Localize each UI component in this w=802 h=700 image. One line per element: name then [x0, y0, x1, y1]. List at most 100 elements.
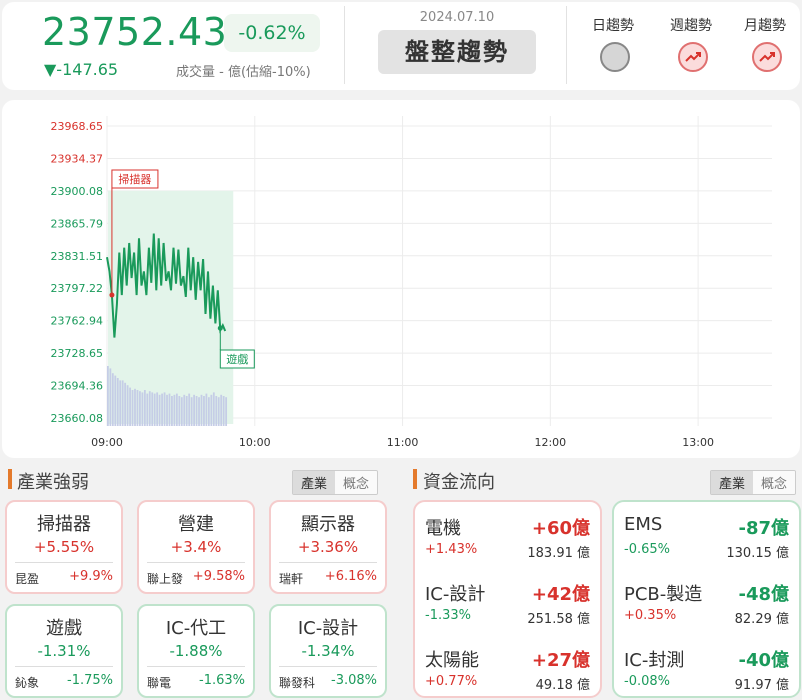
industry-tab-group: 產業 概念: [292, 470, 379, 495]
industry-name: 顯示器: [301, 514, 355, 535]
volume-bar: [210, 394, 213, 426]
industry-name: IC-設計: [297, 618, 359, 639]
volume-bar: [107, 366, 109, 426]
industry-card[interactable]: 掃描器 +5.55% 昆盈 +9.9%: [5, 500, 123, 594]
divider: [566, 6, 567, 84]
leading-stock-name: 聯發科: [279, 676, 316, 690]
volume-bar: [190, 397, 193, 426]
flow-pct: +0.35%: [624, 608, 677, 623]
fund-section-title: 資金流向: [423, 472, 495, 493]
leading-stock-pct: +9.58%: [192, 569, 245, 584]
change-pct-badge: -0.62%: [224, 14, 320, 52]
volume-bar: [185, 396, 188, 426]
volume-bar: [217, 397, 220, 426]
volume-bar: [158, 394, 161, 426]
volume-bar: [198, 397, 200, 426]
volume-bar: [151, 392, 154, 426]
volume-bar: [121, 380, 124, 426]
volume-bar: [134, 388, 136, 426]
volume-bar: [148, 391, 151, 426]
leading-stock-pct: -3.08%: [331, 673, 377, 688]
daily-trend-label: 日趨勢: [592, 18, 634, 34]
flow-volume: 130.15 億: [726, 546, 789, 561]
trend-tag: 盤整趨勢: [378, 30, 536, 74]
industry-card[interactable]: 遊戲 -1.31% 鈊象 -1.75%: [5, 604, 123, 698]
flow-name: IC-設計: [425, 584, 486, 605]
volume-bar: [126, 385, 129, 426]
flow-volume: 91.97 億: [734, 678, 789, 693]
divider: [279, 562, 377, 563]
y-tick-label: 23762.94: [51, 315, 104, 328]
leading-stock-name: 聯上發: [147, 572, 184, 586]
divider: [147, 562, 245, 563]
industry-pct: +3.36%: [297, 538, 359, 556]
divider: [15, 666, 113, 667]
volume-bar: [220, 394, 223, 426]
inflow-panel[interactable]: 電機 +60億 +1.43% 183.91 億 IC-設計 +42億 -1.33…: [413, 500, 602, 698]
tab-industry[interactable]: 產業: [711, 471, 754, 494]
y-tick-label: 23797.22: [51, 282, 104, 295]
flow-name: PCB-製造: [624, 584, 703, 605]
industry-name: 營建: [178, 514, 214, 535]
volume-bar: [124, 382, 127, 426]
trend-up-icon: [752, 42, 782, 72]
flow-name: IC-封測: [624, 650, 685, 671]
marker-label: 遊戲: [226, 352, 248, 366]
flow-pct: -1.33%: [425, 608, 471, 623]
volume-bar: [175, 393, 178, 426]
volume-bar: [114, 375, 117, 426]
industry-pct: -1.31%: [37, 642, 91, 660]
section-accent-bar: [413, 469, 417, 489]
intraday-chart: 23968.65 23934.37 23900.08 23865.79 23831.51…: [51, 116, 772, 449]
intraday-chart-card: 23968.65 23934.37 23900.08 23865.79 23831.51…: [2, 100, 800, 458]
leading-stock-pct: +6.16%: [324, 569, 377, 584]
industry-name: IC-代工: [165, 618, 227, 639]
divider: [147, 666, 245, 667]
industry-card[interactable]: 顯示器 +3.36% 瑞軒 +6.16%: [269, 500, 387, 594]
volume-bar: [207, 397, 210, 426]
y-tick-label: 23831.51: [51, 250, 104, 263]
industry-card[interactable]: 營建 +3.4% 聯上發 +9.58%: [137, 500, 255, 594]
volume-bar: [116, 378, 119, 426]
volume-bar: [173, 394, 176, 426]
divider: [15, 562, 113, 563]
leading-stock-pct: -1.75%: [67, 673, 113, 688]
y-tick-label: 23865.79: [51, 217, 104, 230]
tab-concept[interactable]: 概念: [335, 471, 378, 494]
tab-industry[interactable]: 產業: [293, 471, 336, 494]
volume-bar: [119, 380, 122, 426]
flow-name: 電機: [425, 518, 461, 539]
marker-label: 掃描器: [118, 172, 151, 186]
flow-amount: -40億: [738, 650, 789, 671]
industry-card[interactable]: IC-代工 -1.88% 聯電 -1.63%: [137, 604, 255, 698]
volume-bar: [180, 397, 183, 426]
industry-card[interactable]: IC-設計 -1.34% 聯發科 -3.08%: [269, 604, 387, 698]
divider: [279, 666, 377, 667]
volume-bar: [166, 394, 168, 426]
volume-bar: [156, 392, 159, 426]
volume-bar: [225, 397, 228, 426]
volume-bar: [141, 392, 144, 426]
flow-volume: 49.18 億: [535, 678, 590, 693]
flow-pct: -0.65%: [624, 542, 670, 557]
volume-bar: [139, 391, 141, 426]
leading-stock-name: 鈊象: [15, 676, 40, 690]
flow-volume: 183.91 億: [527, 546, 590, 561]
volume-bar: [163, 392, 166, 426]
flow-name: EMS: [624, 514, 663, 535]
y-tick-label: 23934.37: [51, 152, 104, 165]
flow-volume: 82.29 億: [734, 612, 789, 627]
leading-stock-pct: -1.63%: [199, 673, 245, 688]
monthly-trend-label: 月趨勢: [744, 18, 786, 34]
volume-bar: [193, 394, 196, 426]
outflow-panel[interactable]: EMS -87億 -0.65% 130.15 億 PCB-製造 -48億 +0.…: [612, 500, 801, 698]
date-label: 2024.07.10: [419, 10, 495, 25]
flow-amount: +27億: [531, 650, 590, 671]
industry-name: 掃描器: [37, 514, 91, 535]
volume-bar: [161, 393, 163, 426]
tab-concept[interactable]: 概念: [753, 471, 796, 494]
volume-bar: [215, 396, 218, 426]
industry-pct: +5.55%: [33, 538, 95, 556]
flow-pct: -0.08%: [624, 674, 670, 689]
volume-bar: [200, 394, 203, 426]
